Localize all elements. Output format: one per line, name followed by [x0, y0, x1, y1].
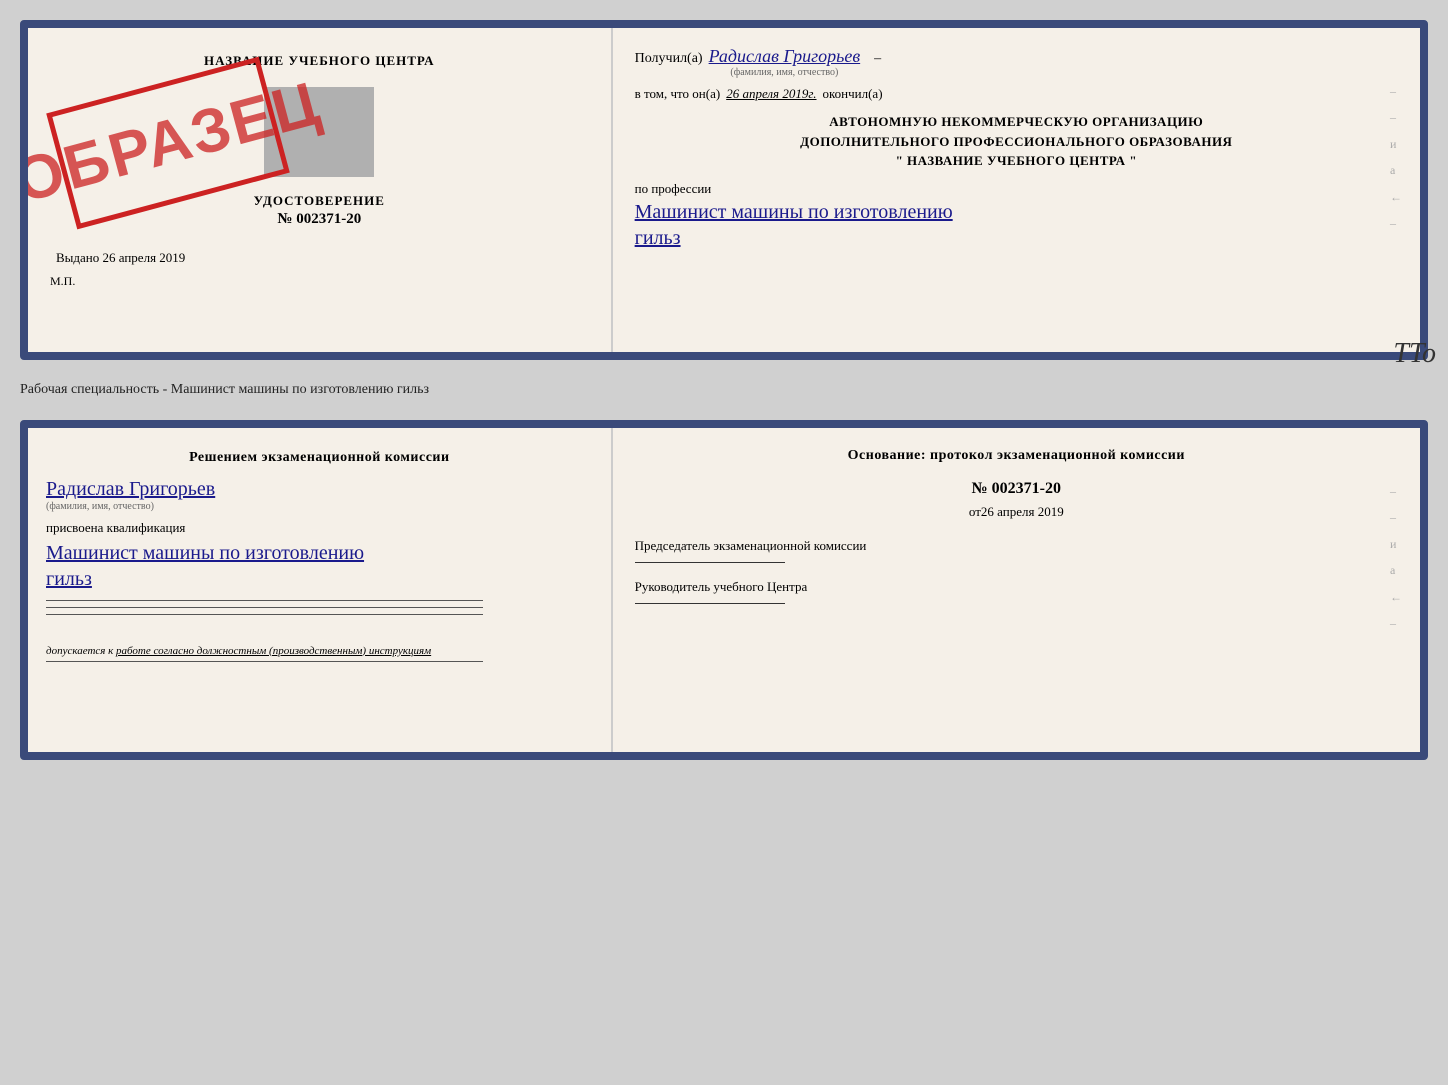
mp-line: М.П. — [46, 274, 593, 289]
recipient-name: Радислав Григорьев — [709, 46, 861, 67]
top-document: НАЗВАНИЕ УЧЕБНОГО ЦЕНТРА УДОСТОВЕРЕНИЕ №… — [20, 20, 1428, 360]
org-line2: ДОПОЛНИТЕЛЬНОГО ПРОФЕССИОНАЛЬНОГО ОБРАЗО… — [635, 132, 1398, 152]
poluchil-label: Получил(а) — [635, 51, 703, 67]
protocol-date-val: 26 апреля 2019 — [981, 504, 1064, 519]
separator-label: Рабочая специальность - Машинист машины … — [20, 378, 1428, 402]
qual-line2: гильз — [46, 568, 92, 590]
vydano-line: Выдано 26 апреля 2019 — [46, 250, 593, 266]
dash-br6: – — [1390, 610, 1402, 636]
rukovoditel-label: Руководитель учебного Центра — [635, 579, 1398, 595]
dash-br1: – — [1390, 478, 1402, 504]
right-dashes-top: – – и а ← – — [1390, 78, 1402, 236]
tto-annotation: TTo — [1393, 338, 1436, 370]
school-name-top: НАЗВАНИЕ УЧЕБНОГО ЦЕНТРА — [204, 53, 435, 69]
vydano-label: Выдано — [56, 250, 99, 265]
okonchil-label: окончил(а) — [823, 86, 883, 102]
bottom-document: Решением экзаменационной комиссии Радисл… — [20, 420, 1428, 760]
dash-br3: и — [1390, 531, 1402, 557]
dash-br4: а — [1390, 557, 1402, 583]
protocol-num: № 002371-20 — [635, 480, 1398, 498]
predsedatel-label: Председатель экзаменационной комиссии — [635, 538, 1398, 554]
dash-top: – — [874, 51, 881, 67]
dash-r2: – — [1390, 104, 1402, 130]
dash-br2: – — [1390, 504, 1402, 530]
underline-dop — [46, 661, 483, 662]
po-professii-label: по профессии — [635, 181, 1398, 197]
poluchil-line: Получил(а) Радислав Григорьев (фамилия, … — [635, 46, 1398, 78]
fio-subtitle-top: (фамилия, имя, отчество) — [730, 67, 838, 78]
predsedatel-signature — [635, 562, 785, 563]
prisvoena-label: присвоена квалификация — [46, 520, 593, 536]
underline3 — [46, 614, 483, 615]
org-line1: АВТОНОМНУЮ НЕКОММЕРЧЕСКУЮ ОРГАНИЗАЦИЮ — [635, 112, 1398, 132]
org-name: " НАЗВАНИЕ УЧЕБНОГО ЦЕНТРА " — [635, 151, 1398, 171]
photo-placeholder — [264, 87, 374, 177]
bottom-profession: Машинист машины по изготовлению гильз — [46, 540, 593, 592]
vtom-prefix: в том, что он(а) — [635, 86, 721, 102]
top-doc-right: Получил(а) Радислав Григорьев (фамилия, … — [613, 28, 1420, 352]
dash-r1: – — [1390, 78, 1402, 104]
page-wrapper: НАЗВАНИЕ УЧЕБНОГО ЦЕНТРА УДОСТОВЕРЕНИЕ №… — [20, 20, 1428, 760]
dash-r5: ← — [1390, 184, 1402, 210]
bottom-doc-right: Основание: протокол экзаменационной коми… — [613, 428, 1420, 752]
dash-r4: а — [1390, 157, 1402, 183]
protocol-date: от26 апреля 2019 — [635, 504, 1398, 520]
bottom-recipient-name: Радислав Григорьев — [46, 478, 215, 501]
osnovanie-title: Основание: протокол экзаменационной коми… — [635, 448, 1398, 464]
dopuskaetsya-line: допускается к работе согласно должностны… — [46, 645, 593, 657]
vtom-line: в том, что он(а) 26 апреля 2019г. окончи… — [635, 86, 1398, 102]
udostoverenie-title: УДОСТОВЕРЕНИЕ — [254, 193, 385, 209]
udostoverenie-block: УДОСТОВЕРЕНИЕ № 002371-20 — [254, 193, 385, 230]
vydano-date: 26 апреля 2019 — [103, 250, 186, 265]
fio-subtitle-bottom: (фамилия, имя, отчество) — [46, 501, 154, 512]
profession-line1: Машинист машины по изготовлению — [635, 201, 953, 223]
bottom-doc-left: Решением экзаменационной комиссии Радисл… — [28, 428, 613, 752]
udostoverenie-num: № 002371-20 — [254, 211, 385, 228]
qual-line1: Машинист машины по изготовлению — [46, 542, 364, 564]
dopuskaetsya-text: работе согласно должностным (производств… — [116, 645, 431, 657]
profession-line2: гильз — [635, 227, 681, 249]
resheniem-title: Решением экзаменационной комиссии — [46, 448, 593, 468]
ot-prefix: от — [969, 504, 981, 519]
rukovoditel-signature — [635, 603, 785, 604]
dash-br5: ← — [1390, 584, 1402, 610]
underline2 — [46, 607, 483, 608]
org-block: АВТОНОМНУЮ НЕКОММЕРЧЕСКУЮ ОРГАНИЗАЦИЮ ДО… — [635, 112, 1398, 171]
dash-r6: – — [1390, 210, 1402, 236]
vtom-date: 26 апреля 2019г. — [726, 86, 816, 102]
profession-top: Машинист машины по изготовлению гильз — [635, 199, 1398, 251]
right-dashes-bottom: – – и а ← – — [1390, 478, 1402, 636]
underline1 — [46, 600, 483, 601]
dopuskaetsya-prefix: допускается к — [46, 645, 113, 657]
top-doc-left: НАЗВАНИЕ УЧЕБНОГО ЦЕНТРА УДОСТОВЕРЕНИЕ №… — [28, 28, 613, 352]
dash-r3: и — [1390, 131, 1402, 157]
